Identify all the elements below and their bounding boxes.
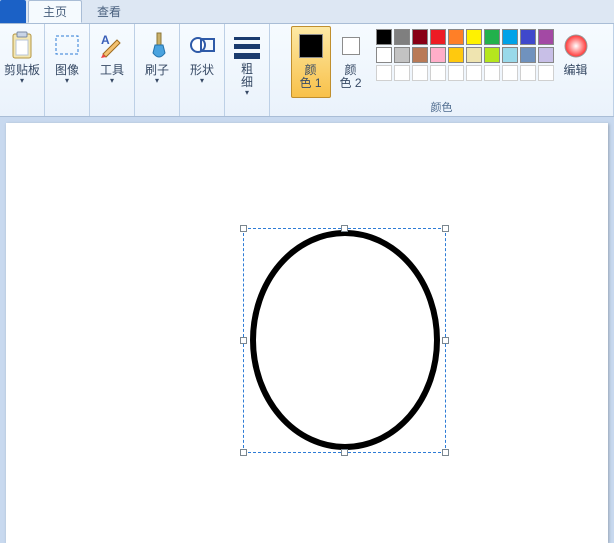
- group-label: [227, 100, 267, 116]
- group-clipboard: 剪贴板 ▾: [0, 24, 45, 116]
- color-swatch[interactable]: [448, 29, 464, 45]
- dropdown-icon: ▾: [245, 89, 249, 97]
- color-swatch[interactable]: [394, 65, 410, 81]
- paste-button[interactable]: 剪贴板 ▾: [2, 26, 42, 98]
- color2-label: 颜 色 2: [339, 64, 361, 90]
- thickness-label: 粗 细: [241, 63, 253, 89]
- color-swatch[interactable]: [466, 29, 482, 45]
- color-swatch[interactable]: [448, 47, 464, 63]
- edit-colors-label: 编辑: [563, 64, 587, 77]
- color-swatch[interactable]: [412, 29, 428, 45]
- canvas[interactable]: [6, 123, 608, 543]
- ribbon: 剪贴板 ▾ 图像 ▾ A 工具 ▾: [0, 23, 614, 117]
- color-palette: [371, 26, 559, 82]
- color-swatch[interactable]: [502, 47, 518, 63]
- color-swatch[interactable]: [412, 47, 428, 63]
- svg-text:A: A: [101, 33, 110, 47]
- group-label: [2, 100, 42, 116]
- handle-s[interactable]: [341, 449, 348, 456]
- handle-e[interactable]: [442, 337, 449, 344]
- color-swatch[interactable]: [502, 65, 518, 81]
- color-swatch[interactable]: [448, 65, 464, 81]
- color2-button[interactable]: 颜 色 2: [331, 26, 371, 98]
- group-brushes: 刷子 ▾: [135, 24, 180, 116]
- handle-nw[interactable]: [240, 225, 247, 232]
- handle-n[interactable]: [341, 225, 348, 232]
- colors-group-label: 颜色: [272, 100, 611, 116]
- color-swatch[interactable]: [430, 47, 446, 63]
- color-swatch[interactable]: [520, 65, 536, 81]
- color-swatch[interactable]: [412, 65, 428, 81]
- handle-sw[interactable]: [240, 449, 247, 456]
- group-label: [182, 100, 222, 116]
- handle-w[interactable]: [240, 337, 247, 344]
- dropdown-icon: ▾: [65, 77, 69, 85]
- edit-colors-button[interactable]: 编辑: [559, 26, 593, 98]
- color-swatch[interactable]: [502, 29, 518, 45]
- tab-view[interactable]: 查看: [82, 0, 136, 23]
- selection-rect[interactable]: [243, 228, 446, 453]
- edit-colors-icon: [560, 30, 592, 62]
- app-menu-tab[interactable]: [0, 0, 26, 23]
- tools-button[interactable]: A 工具 ▾: [92, 26, 132, 98]
- color-swatch[interactable]: [376, 47, 392, 63]
- group-shapes: 形状 ▾: [180, 24, 225, 116]
- color1-preview: [295, 30, 327, 62]
- color-swatch[interactable]: [484, 29, 500, 45]
- dropdown-icon: ▾: [155, 77, 159, 85]
- clipboard-icon: [6, 30, 38, 62]
- group-label: [92, 100, 132, 116]
- color1-button[interactable]: 颜 色 1: [291, 26, 331, 98]
- tab-bar: 主页 查看: [0, 0, 614, 23]
- dropdown-icon: ▾: [200, 77, 204, 85]
- handle-ne[interactable]: [442, 225, 449, 232]
- thickness-icon: [231, 30, 263, 61]
- brush-icon: [141, 30, 173, 62]
- color-swatch[interactable]: [394, 29, 410, 45]
- select-icon: [51, 30, 83, 62]
- color-swatch[interactable]: [520, 29, 536, 45]
- color-swatch[interactable]: [430, 65, 446, 81]
- shapes-button[interactable]: 形状 ▾: [182, 26, 222, 98]
- group-label: [47, 100, 87, 116]
- color-swatch[interactable]: [376, 65, 392, 81]
- group-tools: A 工具 ▾: [90, 24, 135, 116]
- color-swatch[interactable]: [484, 65, 500, 81]
- color-swatch[interactable]: [394, 47, 410, 63]
- group-thickness: 粗 细 ▾: [225, 24, 270, 116]
- color-swatch[interactable]: [538, 29, 554, 45]
- color-swatch[interactable]: [466, 65, 482, 81]
- brushes-button[interactable]: 刷子 ▾: [137, 26, 177, 98]
- color-swatch[interactable]: [520, 47, 536, 63]
- color2-preview: [335, 30, 367, 62]
- tab-home[interactable]: 主页: [28, 0, 82, 23]
- select-button[interactable]: 图像 ▾: [47, 26, 87, 98]
- shapes-icon: [186, 30, 218, 62]
- canvas-area: [0, 117, 614, 543]
- handle-se[interactable]: [442, 449, 449, 456]
- pencil-icon: A: [96, 30, 128, 62]
- dropdown-icon: ▾: [110, 77, 114, 85]
- color-swatch[interactable]: [466, 47, 482, 63]
- color-swatch[interactable]: [376, 29, 392, 45]
- thickness-button[interactable]: 粗 细 ▾: [227, 26, 267, 98]
- color-swatch[interactable]: [538, 47, 554, 63]
- dropdown-icon: ▾: [20, 77, 24, 85]
- color-swatch[interactable]: [538, 65, 554, 81]
- group-label: [137, 100, 177, 116]
- color1-label: 颜 色 1: [299, 64, 321, 90]
- group-image: 图像 ▾: [45, 24, 90, 116]
- color-swatch[interactable]: [430, 29, 446, 45]
- group-colors: 颜 色 1 颜 色 2 编辑: [270, 24, 614, 116]
- color-swatch[interactable]: [484, 47, 500, 63]
